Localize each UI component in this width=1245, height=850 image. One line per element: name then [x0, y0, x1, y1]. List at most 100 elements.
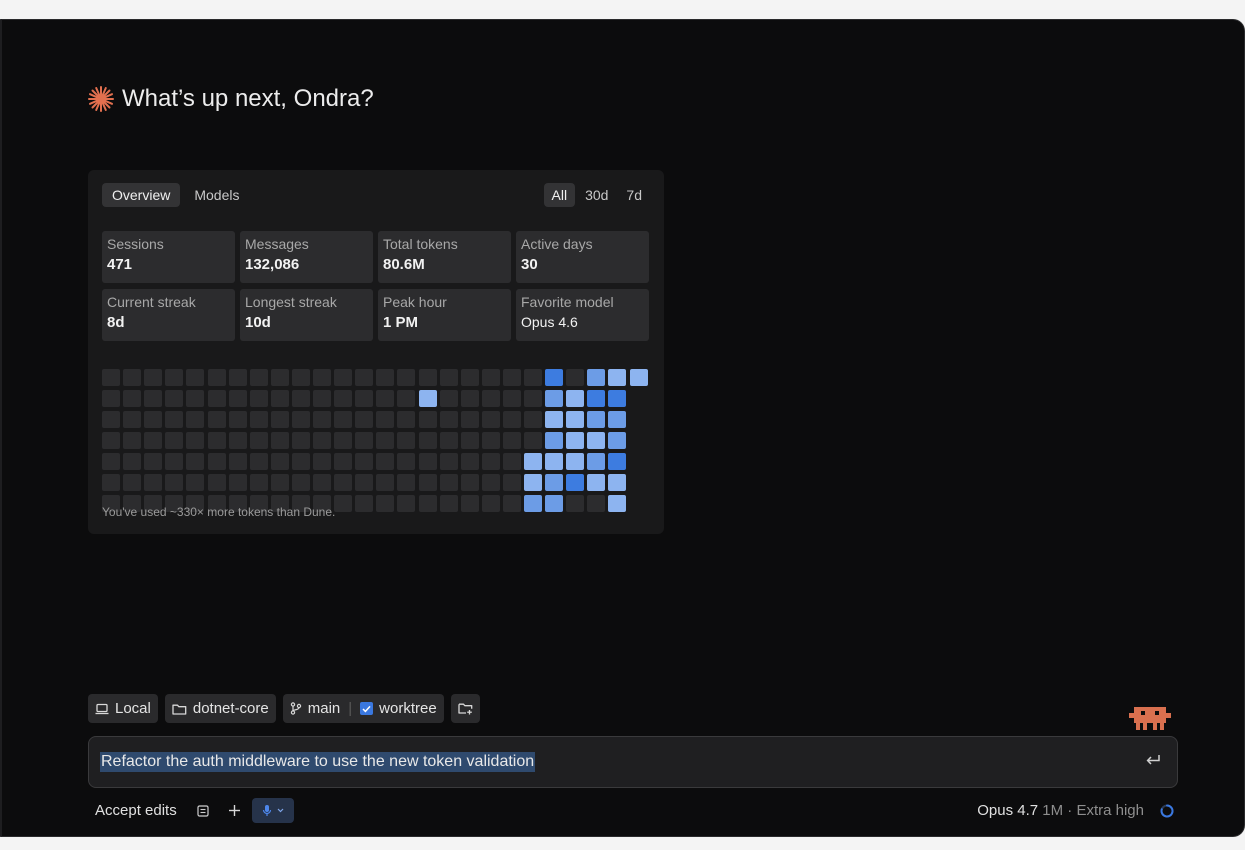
greeting-text: What’s up next, Ondra?	[122, 85, 374, 112]
heatmap-cell	[123, 390, 141, 407]
range-30d[interactable]: 30d	[577, 183, 616, 207]
heatmap-cell	[440, 432, 458, 449]
new-folder-button[interactable]	[450, 694, 480, 723]
heatmap-cell	[376, 369, 394, 386]
folder-chip[interactable]: dotnet-core	[164, 694, 276, 723]
heatmap-cell	[334, 390, 352, 407]
heatmap-cell	[482, 390, 500, 407]
heatmap-cell	[587, 390, 605, 407]
heatmap-cell	[419, 369, 437, 386]
heatmap-cell	[123, 411, 141, 428]
heatmap-cell	[566, 369, 584, 386]
heatmap-cell	[566, 411, 584, 428]
heatmap-cell	[376, 390, 394, 407]
heatmap-cell	[208, 474, 226, 491]
metric-value: 471	[107, 256, 133, 273]
plus-icon[interactable]	[228, 804, 241, 817]
metric-active-days: Active days 30	[516, 231, 649, 283]
heatmap-cell	[355, 411, 373, 428]
heatmap-cell	[482, 453, 500, 470]
heatmap-cell	[165, 453, 183, 470]
heatmap-cell	[144, 474, 162, 491]
heatmap-cell	[186, 369, 204, 386]
check-icon	[362, 705, 371, 712]
heatmap-cell	[102, 432, 120, 449]
range-selector: All 30d 7d	[543, 183, 651, 207]
heatmap-cell	[461, 411, 479, 428]
context-bar: Local dotnet-core main | worktree	[88, 694, 480, 723]
heatmap-cell	[250, 369, 268, 386]
range-7d[interactable]: 7d	[618, 183, 650, 207]
tab-models[interactable]: Models	[184, 183, 249, 207]
heatmap-cell	[144, 390, 162, 407]
heatmap-cell	[461, 390, 479, 407]
spinner-icon	[1160, 804, 1174, 818]
heatmap-cell	[123, 432, 141, 449]
heatmap-cell	[419, 474, 437, 491]
heatmap-cell	[334, 453, 352, 470]
heatmap-cell	[419, 390, 437, 407]
metric-label: Sessions	[107, 236, 164, 252]
tab-overview[interactable]: Overview	[102, 183, 181, 207]
heatmap-cell	[165, 474, 183, 491]
greeting: What’s up next, Ondra?	[88, 84, 374, 114]
voice-input-button[interactable]	[252, 798, 294, 823]
heatmap-cell	[292, 390, 310, 407]
heatmap-cell	[355, 474, 373, 491]
heatmap-cell	[355, 369, 373, 386]
heatmap-cell	[440, 411, 458, 428]
usage-footnote: You've used ~330× more tokens than Dune.	[102, 505, 336, 519]
heatmap-cell	[186, 474, 204, 491]
heatmap-cell	[102, 390, 120, 407]
heatmap-cell	[545, 432, 563, 449]
heatmap-cell	[292, 369, 310, 386]
chevron-down-icon	[277, 808, 284, 813]
heatmap-cell	[334, 432, 352, 449]
heatmap-cell	[587, 432, 605, 449]
heatmap-cell	[440, 474, 458, 491]
heatmap-cell	[566, 390, 584, 407]
metric-value: 30	[521, 256, 538, 273]
metric-value: 80.6M	[383, 256, 425, 273]
heatmap-cell	[524, 369, 542, 386]
branch-chip[interactable]: main | worktree	[282, 694, 444, 723]
return-icon[interactable]	[1145, 753, 1161, 767]
metric-label: Current streak	[107, 294, 196, 310]
prompt-text[interactable]: Refactor the auth middleware to use the …	[100, 752, 536, 772]
metric-label: Peak hour	[383, 294, 447, 310]
heatmap-cell	[250, 474, 268, 491]
heatmap-cell	[229, 432, 247, 449]
app-window: What’s up next, Ondra? Overview Models A…	[0, 19, 1245, 837]
metric-total-tokens: Total tokens 80.6M	[378, 231, 511, 283]
heatmap-cell	[545, 369, 563, 386]
heatmap-cell	[503, 474, 521, 491]
heatmap-cell	[566, 453, 584, 470]
notes-icon[interactable]	[197, 805, 209, 817]
accept-edits-toggle[interactable]: Accept edits	[95, 802, 177, 819]
heatmap-cell	[229, 390, 247, 407]
folder-plus-icon	[458, 703, 473, 715]
heatmap-cell	[524, 495, 542, 512]
metric-peak-hour: Peak hour 1 PM	[378, 289, 511, 341]
heatmap-cell	[271, 474, 289, 491]
model-selector[interactable]: Opus 4.7 1M · Extra high	[977, 802, 1144, 819]
heatmap-cell	[482, 495, 500, 512]
heatmap-cell	[545, 453, 563, 470]
heatmap-cell	[376, 474, 394, 491]
range-all[interactable]: All	[543, 183, 576, 207]
heatmap-cell	[587, 474, 605, 491]
heatmap-cell	[229, 411, 247, 428]
folder-label: dotnet-core	[192, 700, 269, 717]
sparkle-icon	[88, 86, 114, 112]
worktree-checkbox[interactable]	[360, 702, 374, 715]
location-chip[interactable]: Local	[88, 694, 158, 723]
heatmap-cell	[292, 453, 310, 470]
heatmap-cell	[397, 432, 415, 449]
heatmap-cell	[271, 453, 289, 470]
heatmap-cell	[334, 474, 352, 491]
heatmap-cell	[545, 495, 563, 512]
heatmap-cell	[440, 369, 458, 386]
heatmap-cell	[397, 411, 415, 428]
prompt-input[interactable]: Refactor the auth middleware to use the …	[88, 736, 1178, 788]
heatmap-cell	[608, 432, 626, 449]
